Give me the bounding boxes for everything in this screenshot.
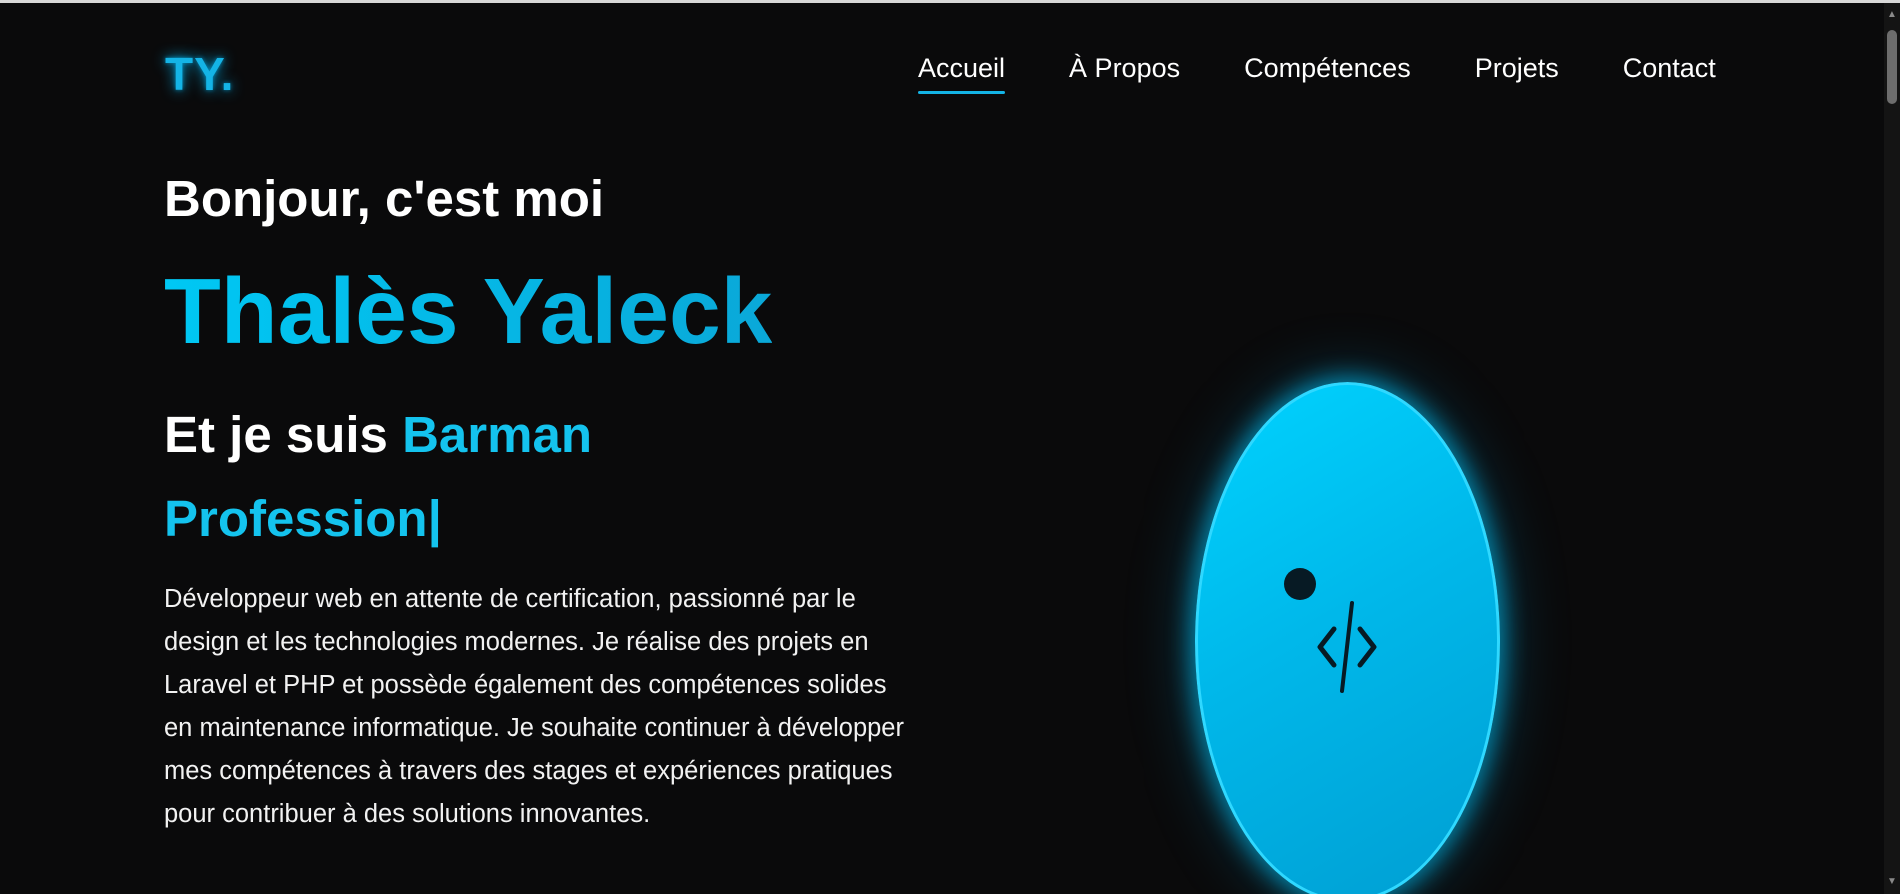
nav-item-projets[interactable]: Projets [1475, 53, 1559, 84]
nav-item-competences[interactable]: Compétences [1244, 53, 1411, 84]
portfolio-page: TY. Accueil À Propos Compétences Projets… [0, 3, 1900, 894]
scrollbar-thumb[interactable] [1887, 30, 1897, 104]
hero-role: Barman [402, 406, 592, 463]
main-nav: Accueil À Propos Compétences Projets Con… [918, 53, 1716, 94]
hero-typing-text: Profession| [164, 490, 442, 547]
hero-bio: Développeur web en attente de certificat… [164, 585, 904, 828]
hero-greeting: Bonjour, c'est moi [164, 170, 605, 227]
hero-role-line: Et je suis Barman [164, 405, 592, 464]
nav-item-contact[interactable]: Contact [1623, 53, 1716, 84]
scroll-down-icon[interactable]: ▼ [1887, 874, 1897, 890]
scroll-up-icon[interactable]: ▲ [1887, 7, 1897, 23]
hero-name: Thalès Yaleck [164, 259, 773, 363]
page-scrollbar[interactable]: ▲ ▼ [1884, 3, 1900, 894]
site-logo[interactable]: TY. [165, 47, 234, 101]
code-icon [1317, 601, 1377, 693]
hero-role-prefix: Et je suis [164, 406, 388, 463]
blob-dot-decoration [1284, 568, 1316, 600]
nav-item-accueil[interactable]: Accueil [918, 53, 1006, 94]
nav-item-a-propos[interactable]: À Propos [1069, 53, 1180, 84]
